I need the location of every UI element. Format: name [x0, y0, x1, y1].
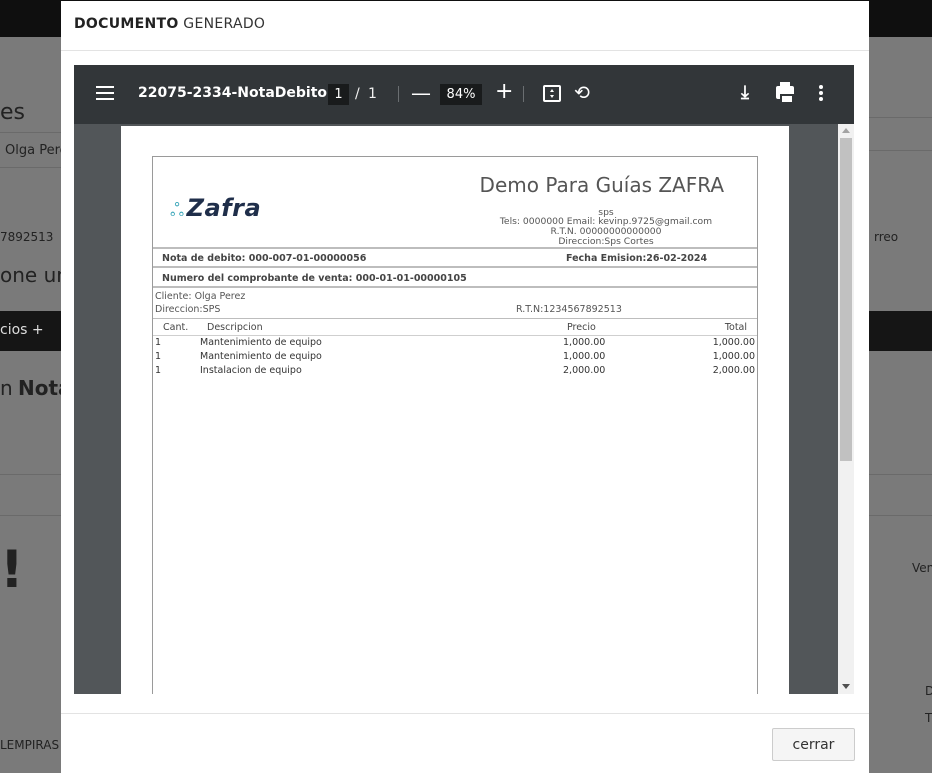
- modal-footer: cerrar: [61, 713, 869, 773]
- background-divider: [869, 117, 932, 118]
- document-header: ஃZafra Demo Para Guías ZAFRA sps Tels: 0…: [153, 157, 757, 249]
- toolbar-divider: [398, 86, 399, 102]
- items-table-header: Cant. Descripcion Precio Total: [153, 319, 757, 336]
- column-description: Descripcion: [207, 322, 263, 333]
- vertical-scrollbar[interactable]: [838, 124, 854, 694]
- item-qty: 1: [155, 351, 162, 362]
- scroll-up-arrow-icon[interactable]: [842, 128, 850, 133]
- modal-title-bold: DOCUMENTO: [74, 16, 179, 32]
- background-d-fragment: D: [925, 684, 932, 698]
- company-address: Direccion:Sps Cortes: [558, 236, 654, 247]
- modal-header: DOCUMENTO GENERADO: [61, 1, 869, 51]
- background-email-fragment: rreo: [874, 230, 899, 244]
- logo-drops-icon: ஃ: [170, 200, 185, 221]
- table-row: 1 Mantenimiento de equipo 1,000.00 1,000…: [153, 350, 757, 364]
- item-description: Mantenimiento de equipo: [200, 351, 322, 362]
- document-modal: DOCUMENTO GENERADO 22075-2334-NotaDebito…: [61, 1, 869, 773]
- sale-receipt-number: Numero del comprobante de venta: 000-01-…: [162, 273, 467, 284]
- note-number: Nota de debito: 000-007-01-00000056: [162, 253, 367, 264]
- client-block: Cliente: Olga Perez Direccion:SPS R.T.N:…: [153, 288, 757, 319]
- items-table-body: 1 Mantenimiento de equipo 1,000.00 1,000…: [153, 336, 757, 378]
- rotate-icon[interactable]: ⟲: [574, 82, 590, 104]
- background-lempiras-fragment: LEMPIRAS: [0, 738, 60, 752]
- logo-text: Zafra: [186, 194, 262, 222]
- pdf-viewer: 22075-2334-NotaDebito... 1 / 1 — 84% + ⟲…: [74, 65, 854, 694]
- background-ven-fragment: Ven: [912, 561, 932, 575]
- item-description: Mantenimiento de equipo: [200, 337, 322, 348]
- company-name: Demo Para Guías ZAFRA: [479, 173, 724, 197]
- receipt-row: Numero del comprobante de venta: 000-01-…: [153, 269, 757, 288]
- toolbar-divider: [523, 86, 524, 102]
- item-total: 1,000.00: [712, 337, 755, 348]
- background-rtn-fragment: 7892513: [0, 230, 54, 244]
- background-divider: [0, 474, 61, 475]
- page-number-input[interactable]: 1: [328, 84, 349, 105]
- close-button[interactable]: cerrar: [772, 728, 855, 761]
- modal-title-rest: GENERADO: [183, 16, 266, 32]
- background-divider: [869, 474, 932, 475]
- item-total: 1,000.00: [712, 351, 755, 362]
- item-qty: 1: [155, 365, 162, 376]
- item-description: Instalacion de equipo: [200, 365, 302, 376]
- item-qty: 1: [155, 337, 162, 348]
- pdf-page: ஃZafra Demo Para Guías ZAFRA sps Tels: 0…: [121, 126, 789, 694]
- page-separator: /: [355, 86, 360, 102]
- scroll-down-arrow-icon[interactable]: [842, 684, 850, 689]
- background-heading-fragment: es: [0, 100, 25, 125]
- table-row: 1 Instalacion de equipo 2,000.00 2,000.0…: [153, 364, 757, 378]
- column-price: Precio: [567, 322, 596, 333]
- fit-page-icon[interactable]: [543, 85, 561, 102]
- background-add-services-fragment: cios +: [0, 322, 44, 338]
- background-client-fragment: Olga Pere: [5, 143, 68, 158]
- client-rtn: R.T.N:1234567892513: [516, 304, 622, 315]
- zoom-level-input[interactable]: 84%: [440, 84, 482, 105]
- client-address: Direccion:SPS: [155, 304, 221, 315]
- background-divider: [0, 132, 61, 133]
- background-t-fragment: T: [925, 711, 932, 725]
- background-divider: [0, 167, 61, 168]
- background-divider: [869, 150, 932, 151]
- background-exclaim-fragment: !: [0, 540, 24, 600]
- item-price: 2,000.00: [563, 365, 606, 376]
- background-divider: [0, 515, 61, 516]
- zoom-out-button[interactable]: —: [411, 83, 431, 103]
- column-total: Total: [724, 322, 747, 333]
- download-icon[interactable]: ⤓: [741, 82, 749, 103]
- pdf-toolbar: 22075-2334-NotaDebito... 1 / 1 — 84% + ⟲…: [74, 65, 854, 124]
- background-prompt-fragment: one un: [0, 263, 69, 287]
- background-divider: [869, 515, 932, 516]
- scrollbar-thumb[interactable]: [840, 138, 852, 461]
- item-price: 1,000.00: [563, 351, 606, 362]
- client-name: Cliente: Olga Perez: [155, 291, 246, 302]
- page-total: 1: [368, 86, 377, 102]
- issue-date: Fecha Emision:26-02-2024: [566, 253, 708, 264]
- table-row: 1 Mantenimiento de equipo 1,000.00 1,000…: [153, 336, 757, 350]
- menu-icon[interactable]: [96, 86, 114, 100]
- item-price: 1,000.00: [563, 337, 606, 348]
- more-options-icon[interactable]: [819, 85, 823, 103]
- background-n-fragment: n: [0, 376, 13, 400]
- print-icon[interactable]: [776, 82, 794, 104]
- pdf-file-name: 22075-2334-NotaDebito...: [138, 85, 343, 101]
- zafra-logo: ஃZafra: [170, 194, 261, 223]
- debit-note-document: ஃZafra Demo Para Guías ZAFRA sps Tels: 0…: [152, 156, 758, 694]
- zoom-in-button[interactable]: +: [495, 81, 513, 103]
- note-info-row: Nota de debito: 000-007-01-00000056 Fech…: [153, 249, 757, 268]
- item-total: 2,000.00: [712, 365, 755, 376]
- column-qty: Cant.: [163, 322, 189, 333]
